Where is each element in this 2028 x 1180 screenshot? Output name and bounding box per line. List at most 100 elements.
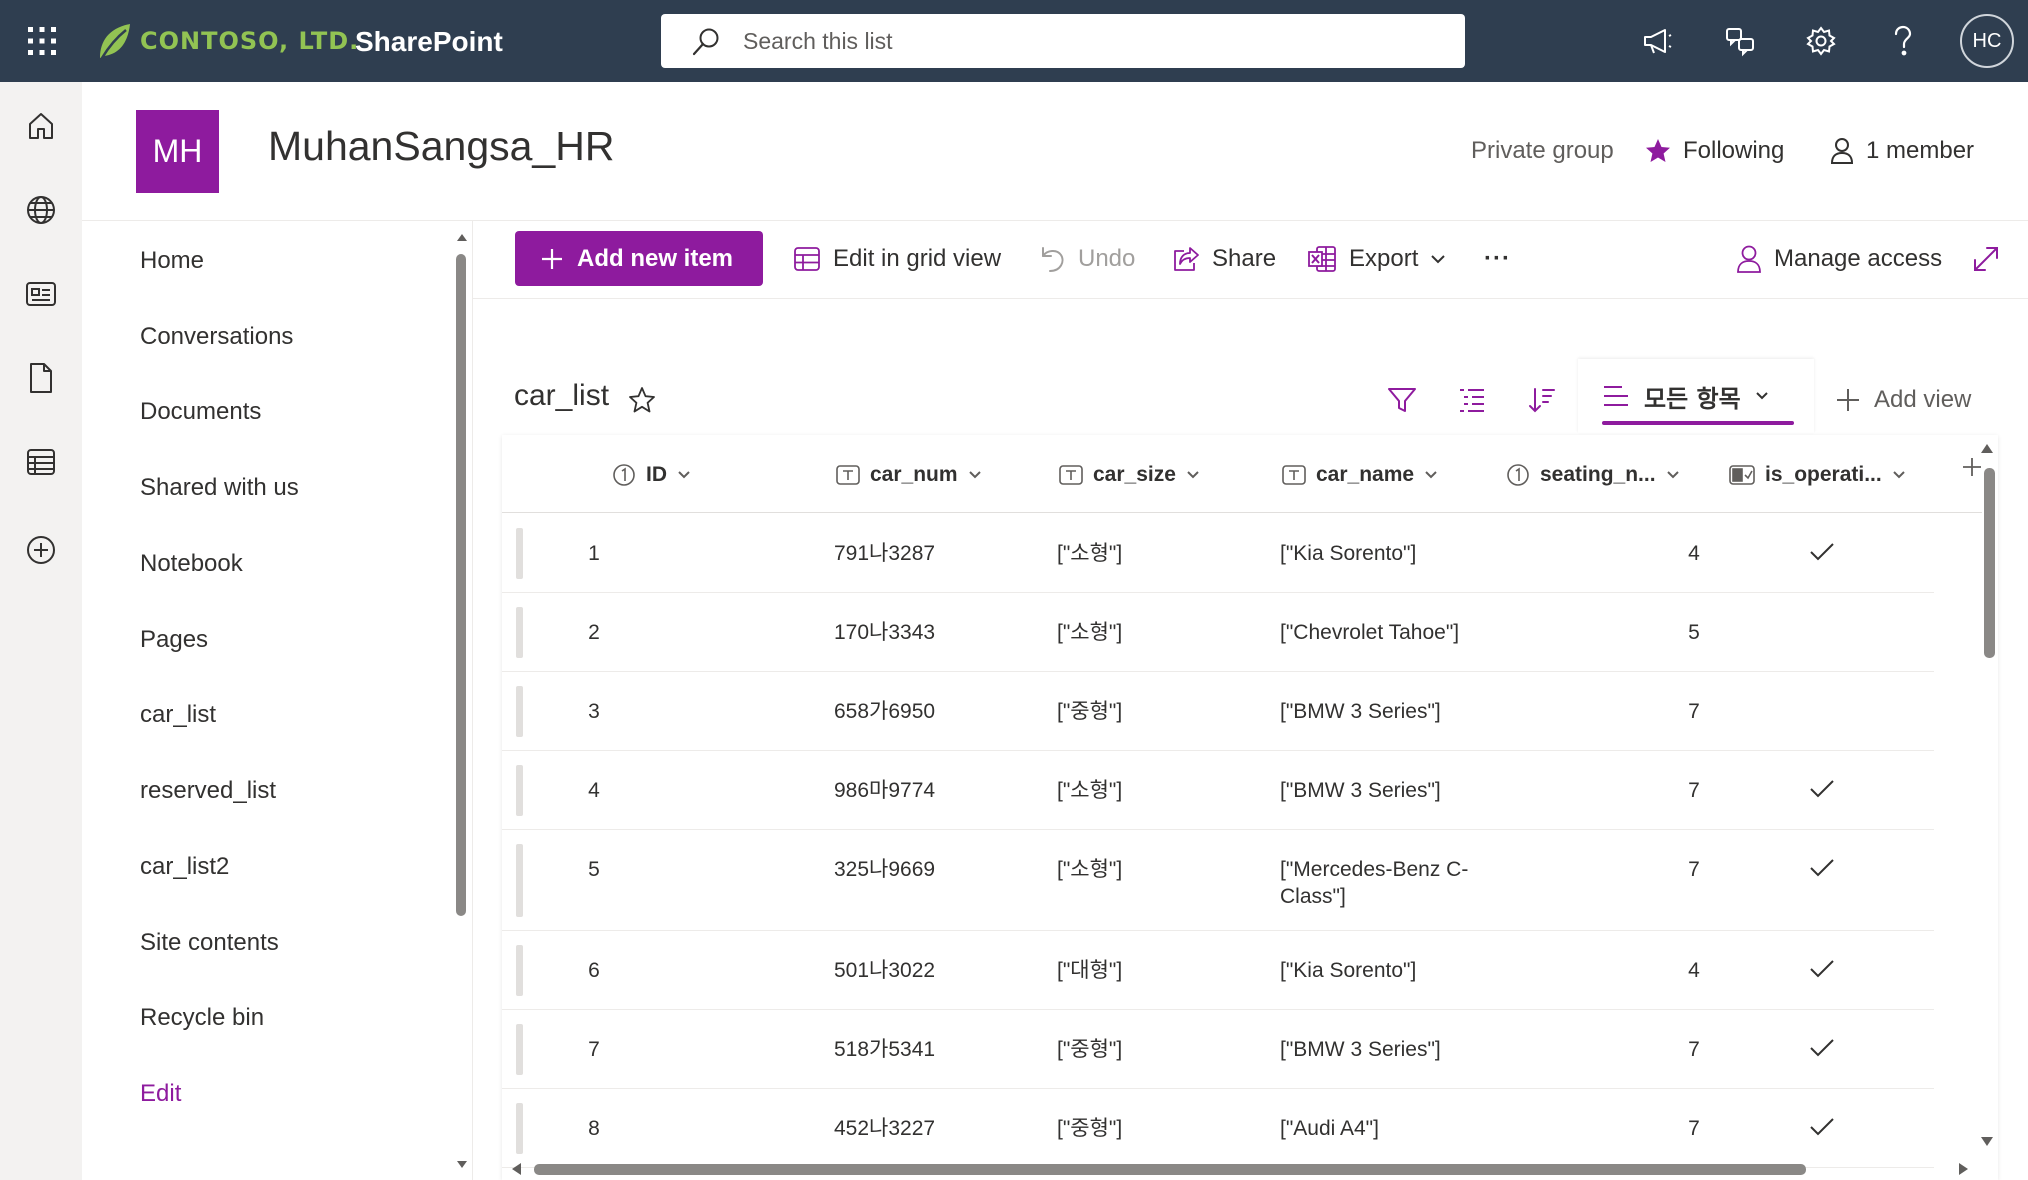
add-view-button[interactable]: Add view xyxy=(1836,378,1971,422)
group-by-icon[interactable] xyxy=(1450,378,1494,422)
cell-seating: 7 xyxy=(1688,858,1700,881)
export-button[interactable]: Export xyxy=(1307,236,1446,282)
row-selector[interactable] xyxy=(516,1103,523,1154)
row-selector[interactable] xyxy=(516,945,523,996)
manage-access-label: Manage access xyxy=(1774,245,1943,272)
table-row[interactable]: 7 518가5341 ["중형"] ["BMW 3 Series"] 7 xyxy=(502,1010,1934,1089)
nav-item-documents[interactable]: Documents xyxy=(140,395,261,429)
table-row[interactable]: 8 452나3227 ["중형"] ["Audi A4"] 7 xyxy=(502,1089,1934,1168)
app-name[interactable]: SharePoint xyxy=(355,22,503,62)
grid-scroll-down-icon[interactable] xyxy=(1980,1136,1994,1148)
column-header-car-name[interactable]: car_name xyxy=(1282,455,1438,495)
gear-icon[interactable] xyxy=(1801,21,1841,61)
column-header-car-size[interactable]: car_size xyxy=(1059,455,1200,495)
nav-item-car-list2[interactable]: car_list2 xyxy=(140,850,229,884)
column-header-is-operating[interactable]: is_operati... xyxy=(1729,455,1906,495)
site-logo[interactable]: MH xyxy=(136,110,219,193)
nav-item-notebook[interactable]: Notebook xyxy=(140,547,243,581)
cell-car-name: ["BMW 3 Series"] xyxy=(1280,779,1441,802)
undo-label: Undo xyxy=(1078,245,1136,272)
more-options-button[interactable]: ··· xyxy=(1484,236,1511,282)
nav-item-recycle-bin[interactable]: Recycle bin xyxy=(140,1001,264,1035)
cell-car-num: 325나9669 xyxy=(834,858,936,881)
add-view-label: Add view xyxy=(1874,386,1972,413)
table-row[interactable]: 4 986마9774 ["소형"] ["BMW 3 Series"] 7 xyxy=(502,751,1934,830)
following-button[interactable]: Following xyxy=(1645,134,1784,168)
nav-item-site-contents[interactable]: Site contents xyxy=(140,926,279,960)
table-row[interactable]: 3 658가6950 ["중형"] ["BMW 3 Series"] 7 xyxy=(502,672,1934,751)
cell-id: 4 xyxy=(588,779,600,802)
document-icon[interactable] xyxy=(21,358,61,398)
add-new-item-button[interactable]: Add new item xyxy=(515,231,763,286)
column-header-car-num[interactable]: car_num xyxy=(836,455,982,495)
cell-car-num: 170나3343 xyxy=(834,621,936,644)
grid-horizontal-scrollbar[interactable] xyxy=(534,1164,1806,1175)
grid-scroll-right-icon[interactable] xyxy=(1958,1162,1970,1176)
number-type-icon xyxy=(1507,464,1529,486)
grid-scroll-up-icon[interactable] xyxy=(1980,442,1994,454)
filter-icon[interactable] xyxy=(1380,378,1424,422)
column-header-id[interactable]: ID xyxy=(612,455,691,495)
nav-item-car-list[interactable]: car_list xyxy=(140,698,216,732)
lists-icon[interactable] xyxy=(21,442,61,482)
following-label: Following xyxy=(1683,137,1785,164)
grid-vertical-scrollbar[interactable] xyxy=(1984,468,1995,658)
site-title[interactable]: MuhanSangsa_HR xyxy=(268,120,614,172)
user-avatar[interactable]: HC xyxy=(1960,14,2014,68)
nav-edit-link[interactable]: Edit xyxy=(140,1077,181,1111)
members-button[interactable]: 1 member xyxy=(1830,134,1974,168)
edit-grid-view-button[interactable]: Edit in grid view xyxy=(793,236,1001,282)
table-row[interactable]: 2 170나3343 ["소형"] ["Chevrolet Tahoe"] 5 xyxy=(502,593,1934,672)
row-selector[interactable] xyxy=(516,528,523,579)
edit-grid-view-label: Edit in grid view xyxy=(833,245,1002,272)
row-selector[interactable] xyxy=(516,1024,523,1075)
cell-car-size: ["중형"] xyxy=(1057,1117,1123,1140)
nav-scrollbar[interactable] xyxy=(456,254,466,916)
chevron-down-icon xyxy=(1755,392,1768,400)
nav-item-shared-with-us[interactable]: Shared with us xyxy=(140,471,299,505)
news-icon[interactable] xyxy=(21,274,61,314)
sort-icon[interactable] xyxy=(1520,378,1564,422)
table-row[interactable]: 6 501나3022 ["대형"] ["Kia Sorento"] 4 xyxy=(502,931,1934,1010)
row-selector[interactable] xyxy=(516,765,523,816)
nav-scroll-up-icon[interactable] xyxy=(456,232,468,242)
cell-car-num: 518가5341 xyxy=(834,1038,936,1061)
row-selector[interactable] xyxy=(516,844,523,917)
plus-icon xyxy=(1837,389,1859,411)
cell-car-num: 791나3287 xyxy=(834,542,936,565)
create-plus-icon[interactable] xyxy=(21,530,61,570)
grid-scroll-left-icon[interactable] xyxy=(510,1162,522,1176)
add-column-plus-icon[interactable] xyxy=(1962,457,1982,477)
expand-icon[interactable] xyxy=(1972,236,2000,282)
megaphone-icon[interactable] xyxy=(1638,21,1678,61)
nav-item-reserved-list[interactable]: reserved_list xyxy=(140,774,276,808)
cell-seating: 4 xyxy=(1688,542,1700,565)
column-header-seating[interactable]: seating_n... xyxy=(1506,455,1680,495)
teams-chat-icon[interactable] xyxy=(1720,21,1760,61)
share-icon xyxy=(1174,247,1199,271)
brand-logo[interactable]: CONTOSO, LTD. xyxy=(96,18,359,64)
column-label: is_operati... xyxy=(1765,463,1882,486)
nav-scroll-down-icon[interactable] xyxy=(456,1160,468,1170)
manage-access-button[interactable]: Manage access xyxy=(1736,236,1942,282)
nav-item-pages[interactable]: Pages xyxy=(140,623,208,657)
row-selector[interactable] xyxy=(516,607,523,658)
table-row[interactable]: 1 791나3287 ["소형"] ["Kia Sorento"] 4 xyxy=(502,514,1934,593)
checkmark-icon xyxy=(1810,1118,1834,1136)
favorite-star-icon[interactable] xyxy=(628,386,656,414)
search-icon xyxy=(692,28,719,56)
search-box[interactable] xyxy=(661,14,1465,68)
globe-icon[interactable] xyxy=(21,190,61,230)
column-label: car_name xyxy=(1316,463,1415,486)
search-input[interactable] xyxy=(743,22,1443,60)
share-button[interactable]: Share xyxy=(1172,236,1276,282)
nav-item-conversations[interactable]: Conversations xyxy=(140,320,293,354)
row-selector[interactable] xyxy=(516,686,523,737)
undo-button[interactable]: Undo xyxy=(1040,236,1135,282)
help-icon[interactable] xyxy=(1883,21,1923,61)
view-selector-tab[interactable]: 모든 항목 xyxy=(1578,359,1814,433)
table-row[interactable]: 5 325나9669 ["소형"] ["Mercedes-Benz C-Class"]… xyxy=(502,830,1934,931)
nav-item-home[interactable]: Home xyxy=(140,244,204,278)
home-icon[interactable] xyxy=(21,106,61,146)
app-launcher-icon[interactable] xyxy=(22,21,62,61)
